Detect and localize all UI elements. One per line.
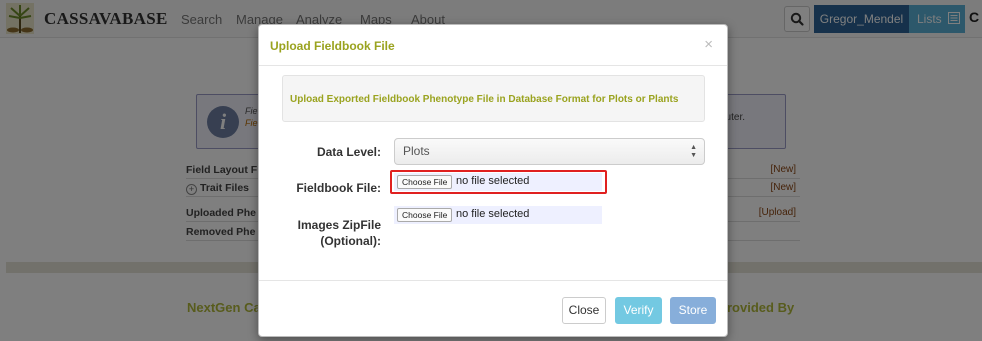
images-zip-label-line1: Images ZipFile: [297, 218, 381, 232]
data-level-select[interactable]: Plots ▲ ▼: [394, 138, 705, 165]
data-level-value: Plots: [403, 144, 430, 158]
close-button[interactable]: Close: [562, 297, 606, 324]
store-button[interactable]: Store: [670, 297, 716, 324]
verify-button[interactable]: Verify: [615, 297, 662, 324]
modal-title: Upload Fieldbook File: [270, 39, 395, 53]
choose-file-button[interactable]: Choose File: [397, 175, 453, 189]
file-status: no file selected: [456, 175, 530, 187]
choose-file-button[interactable]: Choose File: [397, 208, 453, 222]
images-zip-file-input[interactable]: Choose File no file selected: [394, 206, 602, 224]
images-zip-label-line2: (Optional):: [320, 234, 381, 248]
select-arrows-icon: ▲ ▼: [690, 144, 697, 159]
fieldbook-file-label: Fieldbook File:: [296, 181, 381, 195]
instruction-alert: Upload Exported Fieldbook Phenotype File…: [282, 75, 705, 122]
file-status: no file selected: [456, 208, 530, 220]
instruction-text: Upload Exported Fieldbook Phenotype File…: [290, 94, 679, 105]
modal-footer: Close Verify Store: [259, 280, 727, 338]
fieldbook-file-input[interactable]: Choose File no file selected: [394, 173, 602, 191]
close-icon[interactable]: ×: [704, 36, 713, 53]
images-zip-label: Images ZipFile (Optional):: [279, 217, 381, 249]
data-level-label: Data Level:: [316, 145, 381, 159]
upload-fieldbook-modal: Upload Fieldbook File × Upload Exported …: [258, 24, 728, 337]
modal-header: Upload Fieldbook File ×: [259, 25, 727, 66]
